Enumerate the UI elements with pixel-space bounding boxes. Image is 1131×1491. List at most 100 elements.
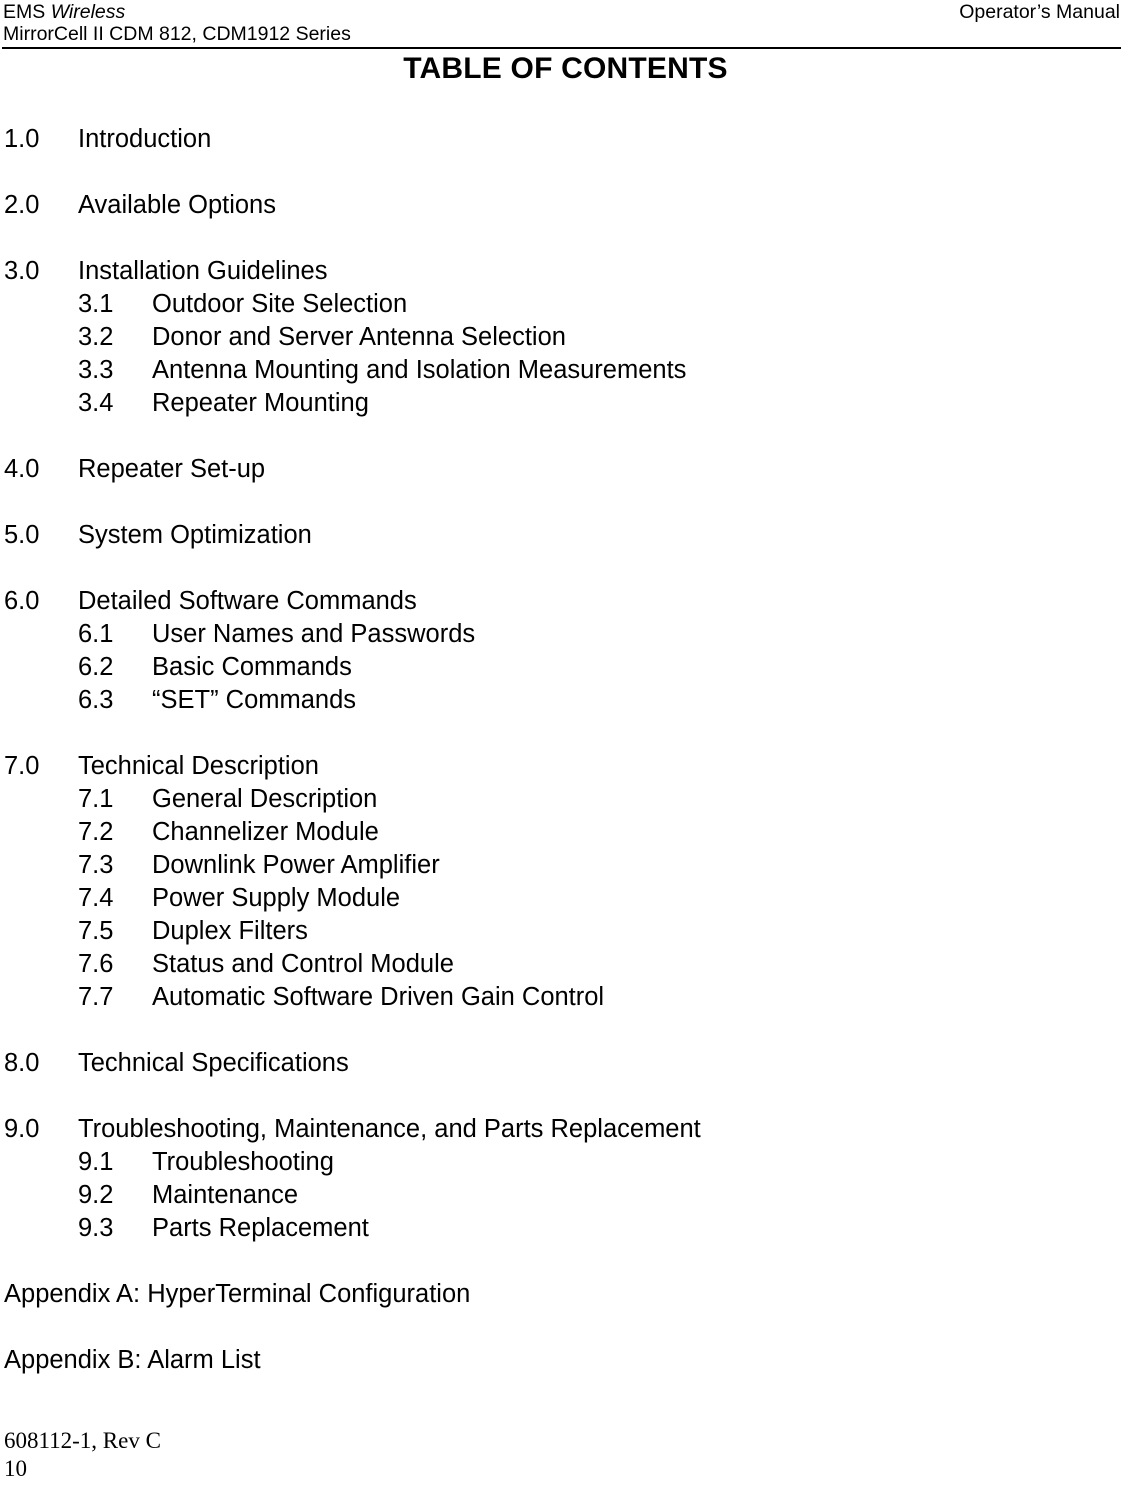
toc-entry-label: Automatic Software Driven Gain Control <box>152 983 605 1011</box>
toc-entry[interactable]: 7.1 General Description <box>0 783 1131 816</box>
toc-entry-label: Troubleshooting, Maintenance, and Parts … <box>78 1115 701 1143</box>
table-of-contents: 1.0 Introduction 2.0 Available Options 3… <box>0 123 1131 1377</box>
toc-entry-number: 6.1 <box>78 620 114 648</box>
toc-entry[interactable]: 6.3 “SET” Commands <box>0 684 1131 717</box>
toc-entry-number: 8.0 <box>4 1049 40 1077</box>
toc-entry-number: 7.7 <box>78 983 114 1011</box>
toc-entry-number: 7.2 <box>78 818 114 846</box>
toc-entry[interactable]: 3.1 Outdoor Site Selection <box>0 288 1131 321</box>
toc-entry-label: Appendix A: HyperTerminal Configuration <box>4 1280 471 1308</box>
header-company-name: EMS <box>3 1 51 23</box>
toc-entry-label: Parts Replacement <box>152 1214 369 1242</box>
toc-entry-number: 3.4 <box>78 389 114 417</box>
toc-entry[interactable]: 2.0 Available Options <box>0 189 1131 222</box>
toc-entry-number: 9.3 <box>78 1214 114 1242</box>
toc-entry-label: Outdoor Site Selection <box>152 290 408 318</box>
toc-gap <box>0 1245 1131 1278</box>
header-product-name: MirrorCell II CDM 812, CDM1912 Series <box>3 23 351 45</box>
header-left-block: EMS Wireless MirrorCell II CDM 812, CDM1… <box>3 1 351 45</box>
toc-entry-number: 5.0 <box>4 521 40 549</box>
toc-entry[interactable]: 6.1 User Names and Passwords <box>0 618 1131 651</box>
toc-entry-number: 9.2 <box>78 1181 114 1209</box>
toc-entry[interactable]: 3.4 Repeater Mounting <box>0 387 1131 420</box>
toc-entry-number: 9.0 <box>4 1115 40 1143</box>
toc-gap <box>0 420 1131 453</box>
page-number: 10 <box>4 1456 27 1481</box>
toc-entry[interactable]: 7.2 Channelizer Module <box>0 816 1131 849</box>
toc-entry-number: 3.3 <box>78 356 114 384</box>
toc-entry-label: Maintenance <box>152 1181 299 1209</box>
toc-entry-label: Duplex Filters <box>152 917 308 945</box>
page-footer: 608112-1, Rev C 10 <box>4 1427 161 1483</box>
toc-entry-number: 1.0 <box>4 125 40 153</box>
toc-entry[interactable]: 9.3 Parts Replacement <box>0 1212 1131 1245</box>
toc-gap <box>0 156 1131 189</box>
toc-gap <box>0 486 1131 519</box>
toc-entry[interactable]: 3.3 Antenna Mounting and Isolation Measu… <box>0 354 1131 387</box>
toc-entry[interactable]: 7.0 Technical Description <box>0 750 1131 783</box>
toc-entry-number: 4.0 <box>4 455 40 483</box>
toc-gap <box>0 552 1131 585</box>
toc-entry-label: Basic Commands <box>152 653 352 681</box>
toc-entry[interactable]: 3.0 Installation Guidelines <box>0 255 1131 288</box>
toc-entry[interactable]: 6.2 Basic Commands <box>0 651 1131 684</box>
toc-entry-label: Power Supply Module <box>152 884 401 912</box>
toc-gap <box>0 1311 1131 1344</box>
toc-entry-label: Available Options <box>78 191 276 219</box>
toc-entry-label: Antenna Mounting and Isolation Measureme… <box>152 356 687 384</box>
toc-entry[interactable]: 9.1 Troubleshooting <box>0 1146 1131 1179</box>
toc-entry-label: General Description <box>152 785 378 813</box>
toc-entry-number: 7.1 <box>78 785 114 813</box>
toc-entry[interactable]: 9.0 Troubleshooting, Maintenance, and Pa… <box>0 1113 1131 1146</box>
toc-entry-label: Appendix B: Alarm List <box>4 1346 261 1374</box>
toc-gap <box>0 717 1131 750</box>
toc-entry-number: 6.0 <box>4 587 40 615</box>
header-divider-rule <box>2 47 1121 49</box>
toc-entry-number: 7.6 <box>78 950 114 978</box>
toc-entry-appendix-a[interactable]: Appendix A: HyperTerminal Configuration <box>0 1278 1131 1311</box>
page-header: EMS Wireless MirrorCell II CDM 812, CDM1… <box>0 0 1131 50</box>
toc-entry-label: “SET” Commands <box>152 686 357 714</box>
toc-entry[interactable]: 5.0 System Optimization <box>0 519 1131 552</box>
toc-entry-label: Donor and Server Antenna Selection <box>152 323 566 351</box>
toc-entry-label: Installation Guidelines <box>78 257 328 285</box>
toc-gap <box>0 222 1131 255</box>
toc-entry[interactable]: 7.3 Downlink Power Amplifier <box>0 849 1131 882</box>
toc-entry-label: Troubleshooting <box>152 1148 334 1176</box>
toc-entry-label: Detailed Software Commands <box>78 587 417 615</box>
header-manual-type: Operator’s Manual <box>959 1 1120 23</box>
toc-entry-label: System Optimization <box>78 521 312 549</box>
toc-entry-number: 3.0 <box>4 257 40 285</box>
toc-gap <box>0 1080 1131 1113</box>
toc-entry-label: Technical Description <box>78 752 319 780</box>
page-title: TABLE OF CONTENTS <box>403 52 728 85</box>
toc-entry[interactable]: 6.0 Detailed Software Commands <box>0 585 1131 618</box>
toc-entry-label: Introduction <box>78 125 212 153</box>
toc-entry[interactable]: 8.0 Technical Specifications <box>0 1047 1131 1080</box>
toc-entry-number: 6.3 <box>78 686 114 714</box>
toc-gap <box>0 1014 1131 1047</box>
toc-entry-label: Downlink Power Amplifier <box>152 851 440 879</box>
toc-entry[interactable]: 7.4 Power Supply Module <box>0 882 1131 915</box>
toc-entry-number: 2.0 <box>4 191 40 219</box>
toc-entry-appendix-b[interactable]: Appendix B: Alarm List <box>0 1344 1131 1377</box>
toc-entry[interactable]: 7.5 Duplex Filters <box>0 915 1131 948</box>
toc-entry[interactable]: 7.6 Status and Control Module <box>0 948 1131 981</box>
toc-entry-number: 6.2 <box>78 653 114 681</box>
toc-entry[interactable]: 1.0 Introduction <box>0 123 1131 156</box>
toc-entry-number: 3.1 <box>78 290 114 318</box>
toc-entry[interactable]: 3.2 Donor and Server Antenna Selection <box>0 321 1131 354</box>
toc-entry-number: 9.1 <box>78 1148 114 1176</box>
toc-entry-number: 7.3 <box>78 851 114 879</box>
toc-entry[interactable]: 4.0 Repeater Set-up <box>0 453 1131 486</box>
toc-entry-number: 7.5 <box>78 917 114 945</box>
toc-entry[interactable]: 9.2 Maintenance <box>0 1179 1131 1212</box>
toc-entry-label: Repeater Set-up <box>78 455 266 483</box>
toc-entry-label: Technical Specifications <box>78 1049 349 1077</box>
toc-entry[interactable]: 7.7 Automatic Software Driven Gain Contr… <box>0 981 1131 1014</box>
toc-entry-number: 7.4 <box>78 884 114 912</box>
toc-entry-label: Channelizer Module <box>152 818 379 846</box>
document-number: 608112-1, Rev C <box>4 1428 161 1453</box>
toc-entry-number: 3.2 <box>78 323 114 351</box>
toc-entry-number: 7.0 <box>4 752 40 780</box>
